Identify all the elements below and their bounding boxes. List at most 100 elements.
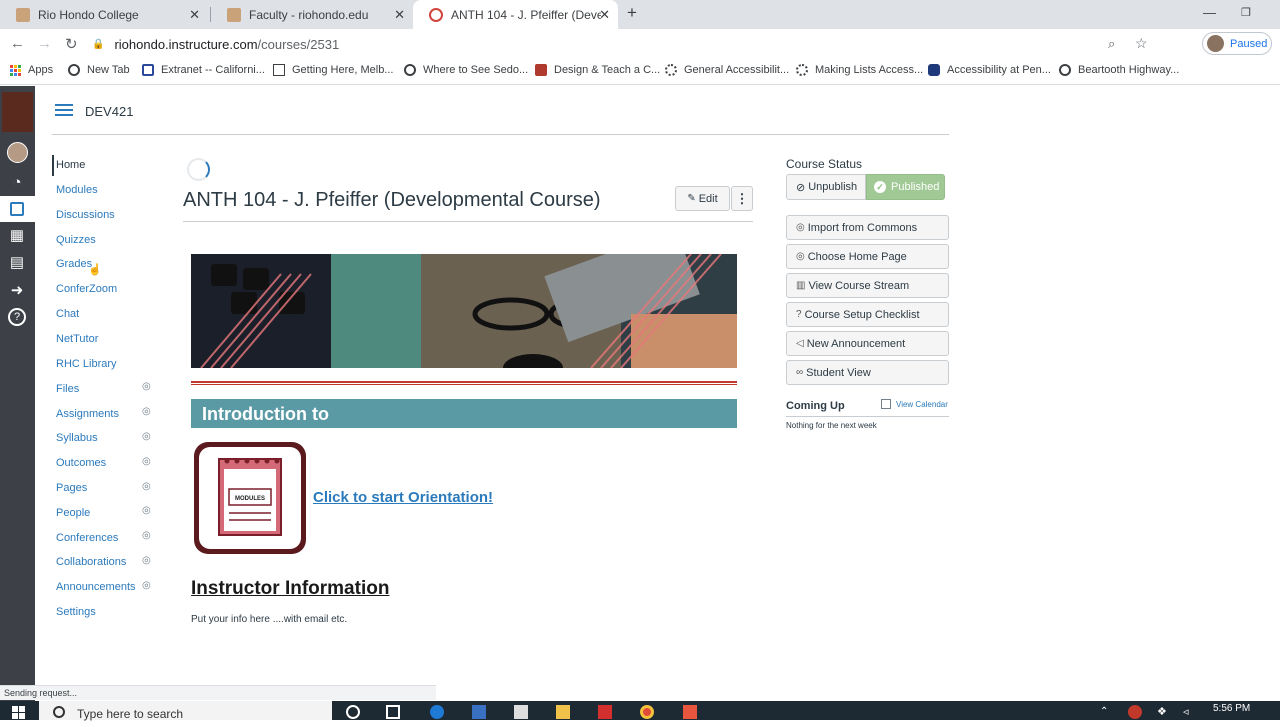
course-nav-settings[interactable]: Settings <box>56 606 96 618</box>
tab-anth104[interactable]: ANTH 104 - J. Pfeiffer (Developm ✕ <box>413 0 618 29</box>
tab-title: Rio Hondo College <box>38 7 139 22</box>
instructor-heading: Instructor Information <box>191 578 390 599</box>
volume-icon[interactable]: ◃ <box>1183 705 1189 718</box>
question-icon: ? <box>796 309 802 320</box>
close-icon[interactable]: ✕ <box>599 7 610 23</box>
course-nav-outcomes[interactable]: Outcomes <box>56 457 106 469</box>
course-nav-files[interactable]: Files <box>56 383 79 395</box>
file-explorer-icon[interactable] <box>556 705 570 719</box>
stream-chart-icon: ▥ <box>796 280 806 291</box>
calendar-icon[interactable]: ▦ <box>6 225 28 247</box>
avatar <box>1207 35 1224 52</box>
course-nav-pages[interactable]: Pages <box>56 482 87 494</box>
import-commons-button[interactable]: ◎ Import from Commons <box>786 215 949 240</box>
course-nav-chat[interactable]: Chat <box>56 308 79 320</box>
student-view-button[interactable]: ∞ Student View <box>786 360 949 385</box>
course-setup-checklist-button[interactable]: ? Course Setup Checklist <box>786 302 949 327</box>
college-logo[interactable] <box>2 92 33 132</box>
edit-button[interactable]: ✎ Edit <box>675 186 730 211</box>
course-nav-conferzoom[interactable]: ConferZoom <box>56 283 117 295</box>
course-nav-nettutor[interactable]: NetTutor <box>56 333 98 345</box>
coming-up-empty-text: Nothing for the next week <box>786 421 877 430</box>
task-view-icon[interactable] <box>386 705 400 719</box>
dashboard-icon[interactable]: ◔ <box>6 172 28 194</box>
course-nav-modules[interactable]: Modules <box>56 184 98 196</box>
acrobat-icon[interactable] <box>598 705 612 719</box>
button-label: Course Setup Checklist <box>804 308 920 321</box>
global-nav: ◔ ▦ ▤ ➜ ? <box>0 86 35 703</box>
college-favicon-icon <box>16 7 30 22</box>
edit-label: Edit <box>698 192 718 205</box>
new-announcement-button[interactable]: ◁ New Announcement <box>786 331 949 356</box>
hamburger-icon[interactable] <box>55 104 73 117</box>
bookmark-getting-here[interactable]: Getting Here, Melb... <box>273 64 394 76</box>
close-icon[interactable]: ✕ <box>394 7 405 23</box>
published-button[interactable]: ✓ Published <box>866 174 945 200</box>
divider-line <box>191 384 737 385</box>
bookmark-extranet[interactable]: Extranet -- Californi... <box>142 64 265 76</box>
restore-icon[interactable]: ❐ <box>1241 6 1251 19</box>
unpublish-button[interactable]: ⊘ Unpublish <box>786 174 866 200</box>
tab-rio-hondo[interactable]: Rio Hondo College ✕ <box>0 0 208 29</box>
app-icon[interactable] <box>472 705 486 719</box>
dropbox-icon[interactable]: ❖ <box>1157 705 1167 718</box>
view-calendar-link[interactable]: View Calendar <box>881 399 948 409</box>
course-nav-announcements[interactable]: Announcements <box>56 581 136 593</box>
back-icon[interactable]: ← <box>10 35 25 52</box>
close-icon[interactable]: ✕ <box>189 7 200 23</box>
loading-spinner-icon <box>187 158 210 181</box>
bookmark-general-accessibility[interactable]: General Accessibilit... <box>665 64 789 76</box>
view-course-stream-button[interactable]: ▥ View Course Stream <box>786 273 949 298</box>
profile-button[interactable]: Paused <box>1202 32 1272 55</box>
course-nav-conferences[interactable]: Conferences <box>56 532 118 544</box>
bookmark-making-lists[interactable]: Making Lists Access... <box>796 64 923 76</box>
bookmark-accessibility-penn[interactable]: Accessibility at Pen... <box>928 64 1051 76</box>
taskbar-search-input[interactable]: Type here to search <box>39 701 332 721</box>
cortana-icon[interactable] <box>346 705 360 719</box>
forward-icon[interactable]: → <box>37 35 52 52</box>
course-nav-home[interactable]: Home <box>56 159 85 171</box>
modules-notepad-icon[interactable]: MODULES <box>193 441 307 555</box>
url-field[interactable]: 🔒 riohondo.instructure.com/courses/2531 <box>92 34 1158 54</box>
modules-icon-text: MODULES <box>235 496 265 502</box>
course-code-breadcrumb[interactable]: DEV421 <box>85 104 133 119</box>
bookmark-beartooth[interactable]: Beartooth Highway... <box>1059 64 1179 76</box>
course-nav-assignments[interactable]: Assignments <box>56 408 119 420</box>
instructor-info-text: Put your info here ....with email etc. <box>191 614 348 625</box>
tray-app-icon[interactable] <box>1128 705 1142 719</box>
app-icon[interactable] <box>683 705 697 719</box>
help-icon[interactable]: ? <box>8 308 26 326</box>
course-nav-syllabus[interactable]: Syllabus <box>56 432 98 444</box>
tray-chevron-icon[interactable]: ⌃ <box>1100 706 1108 717</box>
course-nav-collaborations[interactable]: Collaborations <box>56 556 126 568</box>
bookmark-sedona[interactable]: Where to See Sedo... <box>404 64 528 76</box>
more-options-button[interactable]: ⋮ <box>731 186 753 211</box>
commons-icon[interactable]: ➜ <box>6 280 28 302</box>
choose-home-page-button[interactable]: ◎ Choose Home Page <box>786 244 949 269</box>
bookmark-new-tab[interactable]: New Tab <box>68 64 130 76</box>
course-nav-grades[interactable]: Grades <box>56 258 92 270</box>
tab-faculty[interactable]: Faculty - riohondo.edu ✕ <box>211 0 413 29</box>
reload-icon[interactable]: ↻ <box>65 35 78 53</box>
apps-grid-icon <box>10 64 21 76</box>
courses-nav-selected[interactable] <box>0 196 35 222</box>
button-label: Student View <box>806 366 871 379</box>
account-avatar[interactable] <box>7 142 28 163</box>
course-nav-quizzes[interactable]: Quizzes <box>56 234 96 246</box>
course-nav-discussions[interactable]: Discussions <box>56 209 115 221</box>
edge-icon[interactable] <box>430 705 444 719</box>
minimize-icon[interactable]: — <box>1203 5 1216 20</box>
course-nav-rhc-library[interactable]: RHC Library <box>56 358 117 370</box>
windows-start-icon[interactable] <box>12 706 25 719</box>
bookmark-apps[interactable]: Apps <box>10 64 53 76</box>
bookmark-design-teach[interactable]: Design & Teach a C... <box>535 64 660 76</box>
new-tab-icon[interactable]: + <box>627 3 637 23</box>
banner-illustration <box>191 254 737 368</box>
store-icon[interactable] <box>514 705 528 719</box>
chrome-icon[interactable] <box>640 705 654 719</box>
hidden-eye-icon: ◎ <box>142 530 151 541</box>
course-nav-people[interactable]: People <box>56 507 90 519</box>
inbox-icon[interactable]: ▤ <box>6 252 28 274</box>
taskbar-clock[interactable]: 5:56 PM <box>1213 703 1250 714</box>
orientation-link[interactable]: Click to start Orientation! <box>313 489 493 506</box>
